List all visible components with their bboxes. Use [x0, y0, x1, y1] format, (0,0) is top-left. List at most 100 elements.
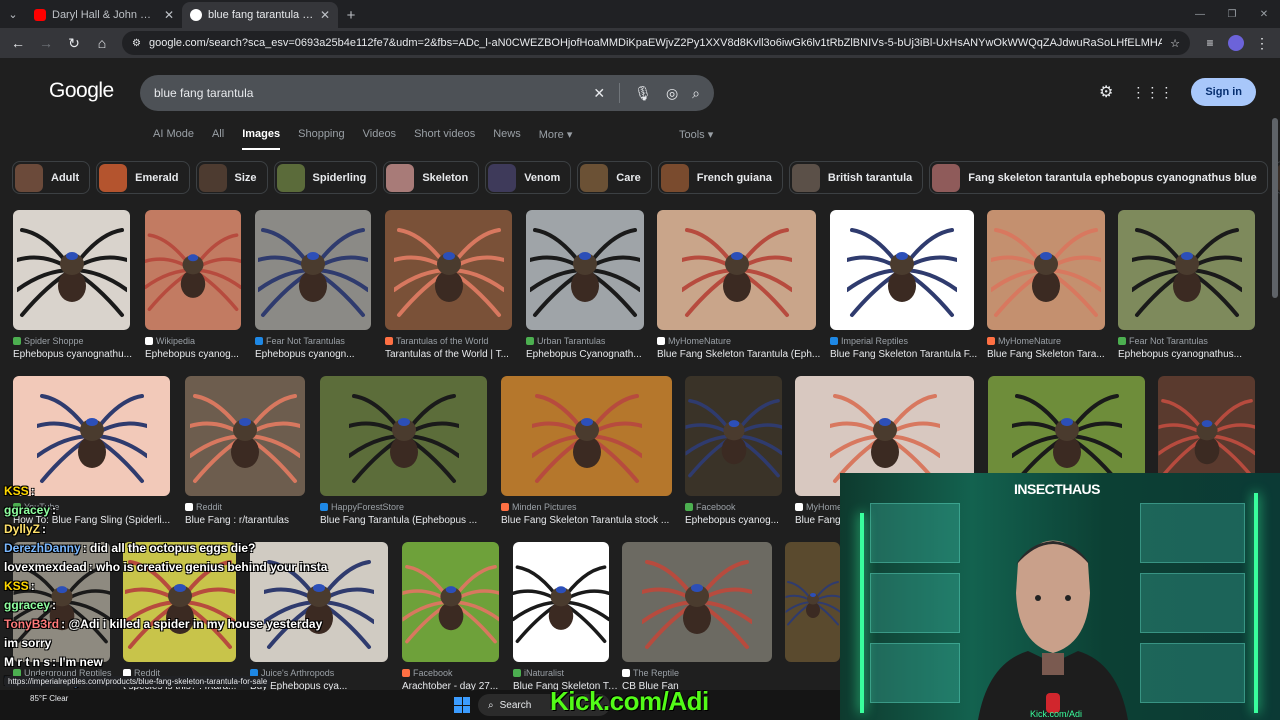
chip-fang-skeleton-tarantula-ephebopus-cyanognathus-blue[interactable]: Fang skeleton tarantula ephebopus cyanog… [929, 161, 1268, 194]
tarantula-image-icon [530, 228, 640, 317]
source-favicon-icon [830, 337, 838, 345]
result-source: Facebook [685, 502, 792, 512]
clear-search-icon[interactable]: ✕ [593, 85, 605, 102]
weather-widget[interactable]: 85°F Clear [30, 694, 68, 703]
browser-menu-icon[interactable]: ⋮ [1250, 31, 1274, 55]
source-favicon-icon [501, 503, 509, 511]
image-caption[interactable]: Tarantulas of the World Tarantulas of the… [385, 336, 522, 360]
image-result[interactable] [13, 210, 130, 330]
tab-youtube[interactable]: Daryl Hall & John Oates - You M ✕ [26, 2, 182, 28]
tab-all[interactable]: All [212, 128, 224, 150]
image-result[interactable] [402, 542, 499, 662]
result-title: Tarantulas of the World | T... [385, 349, 509, 360]
tab-search-chevron-icon[interactable]: ⌄ [0, 0, 26, 28]
profile-avatar[interactable] [1228, 35, 1244, 51]
chip-spiderling[interactable]: Spiderling [273, 161, 378, 194]
image-caption[interactable]: Minden Pictures Blue Fang Skeleton Tarant… [501, 502, 682, 526]
site-info-icon[interactable]: ⚙ [132, 38, 141, 49]
bookmark-star-icon[interactable]: ☆ [1170, 37, 1180, 50]
result-source: MyHomeNature [657, 336, 826, 346]
image-caption[interactable]: Urban Tarantulas Ephebopus Cyanognath... [526, 336, 654, 360]
source-favicon-icon [513, 669, 521, 677]
image-result[interactable] [526, 210, 644, 330]
image-caption[interactable]: MyHomeNature Blue Fang Skeleton Tara... [987, 336, 1115, 360]
tab-news[interactable]: News [493, 128, 521, 150]
chat-message: DyllyZ: [4, 520, 334, 539]
image-result[interactable] [513, 542, 609, 662]
forward-icon[interactable]: → [34, 31, 58, 55]
tab-short-videos[interactable]: Short videos [414, 128, 475, 150]
image-caption[interactable]: Fear Not Tarantulas Ephebopus cyanognathu… [1118, 336, 1265, 360]
close-tab-icon[interactable]: ✕ [164, 8, 174, 22]
chip-label: Size [234, 171, 257, 184]
image-caption[interactable]: Imperial Reptiles Blue Fang Skeleton Tara… [830, 336, 984, 360]
back-icon[interactable]: ← [6, 31, 30, 55]
chat-username: DerezhDanny [4, 541, 81, 555]
image-result[interactable] [785, 542, 840, 662]
tarantula-image-icon [785, 581, 840, 626]
minimize-icon[interactable]: — [1184, 0, 1216, 28]
chat-message: KSS: [4, 577, 334, 596]
close-window-icon[interactable]: ✕ [1248, 0, 1280, 28]
google-apps-icon[interactable]: ⋮⋮⋮ [1131, 84, 1173, 101]
search-input[interactable] [154, 86, 594, 100]
tools-button[interactable]: Tools ▾ [679, 128, 713, 141]
screen: ⌄ Daryl Hall & John Oates - You M ✕ blue… [0, 0, 1280, 720]
tab-images[interactable]: Images [242, 128, 281, 150]
chip-emerald[interactable]: Emerald [96, 161, 190, 194]
tab-shopping[interactable]: Shopping [298, 128, 345, 150]
address-bar[interactable]: ⚙ google.com/search?sca_esv=0693a25b4e11… [122, 31, 1190, 55]
close-tab-icon[interactable]: ✕ [320, 8, 330, 22]
image-caption[interactable]: Fear Not Tarantulas Ephebopus cyanogn... [255, 336, 381, 360]
image-result[interactable] [255, 210, 371, 330]
image-caption[interactable]: Spider Shoppe Ephebopus cyanognathu... [13, 336, 140, 360]
chip-venom[interactable]: Venom [485, 161, 572, 194]
image-result[interactable] [830, 210, 974, 330]
search-icon[interactable]: ⌕ [692, 85, 700, 102]
tab-videos[interactable]: Videos [363, 128, 396, 150]
maximize-icon[interactable]: ❐ [1216, 0, 1248, 28]
image-caption[interactable]: Wikipedia Ephebopus cyanog... [145, 336, 251, 360]
tab-ai-mode[interactable]: AI Mode [153, 128, 194, 150]
sign-in-button[interactable]: Sign in [1191, 78, 1256, 106]
tab-more[interactable]: More ▾ [539, 128, 573, 150]
tarantula-image-icon [685, 398, 782, 478]
image-caption[interactable]: MyHomeNature Blue Fang Skeleton Tarantula… [657, 336, 826, 360]
image-result[interactable] [1118, 210, 1255, 330]
reading-list-icon[interactable]: ≡ [1198, 31, 1222, 55]
page-scrollbar[interactable] [1272, 118, 1278, 298]
image-caption[interactable]: Facebook Arachtober - day 27... [402, 668, 509, 692]
google-logo[interactable]: Google [49, 79, 114, 103]
windows-start-icon[interactable] [454, 697, 470, 713]
image-result[interactable] [320, 376, 487, 496]
new-tab-button[interactable]: + [338, 2, 364, 28]
lens-camera-icon[interactable]: ◎ [666, 85, 678, 102]
chip-adult[interactable]: Adult [12, 161, 91, 194]
image-result[interactable] [685, 376, 782, 496]
home-icon[interactable]: ⌂ [90, 31, 114, 55]
image-result[interactable] [145, 210, 241, 330]
result-title: Ephebopus cyanogn... [255, 349, 355, 360]
image-caption[interactable]: Facebook Ephebopus cyanog... [685, 502, 792, 526]
image-result[interactable] [385, 210, 512, 330]
tab-google[interactable]: blue fang tarantula - Google Se ✕ [182, 2, 338, 28]
image-result[interactable] [657, 210, 816, 330]
chip-size[interactable]: Size [195, 161, 268, 194]
chat-username: KSS [4, 484, 29, 498]
neon-light [860, 513, 864, 713]
chip-british-tarantula[interactable]: British tarantula [788, 161, 924, 194]
image-result[interactable] [185, 376, 305, 496]
image-caption[interactable]: HappyForestStore Blue Fang Tarantula (Eph… [320, 502, 497, 526]
microphone-icon[interactable]: 🎙 [634, 85, 652, 102]
image-result[interactable] [13, 376, 170, 496]
image-result[interactable] [987, 210, 1105, 330]
image-result[interactable] [501, 376, 672, 496]
settings-gear-icon[interactable]: ⚙ [1099, 82, 1113, 102]
chip-skeleton[interactable]: Skeleton [383, 161, 480, 194]
reload-icon[interactable]: ↻ [62, 31, 86, 55]
chip-label: French guiana [696, 171, 772, 184]
chip-care[interactable]: Care [577, 161, 652, 194]
chip-french-guiana[interactable]: French guiana [657, 161, 783, 194]
image-result[interactable] [622, 542, 772, 662]
tarantula-image-icon [1011, 394, 1122, 483]
